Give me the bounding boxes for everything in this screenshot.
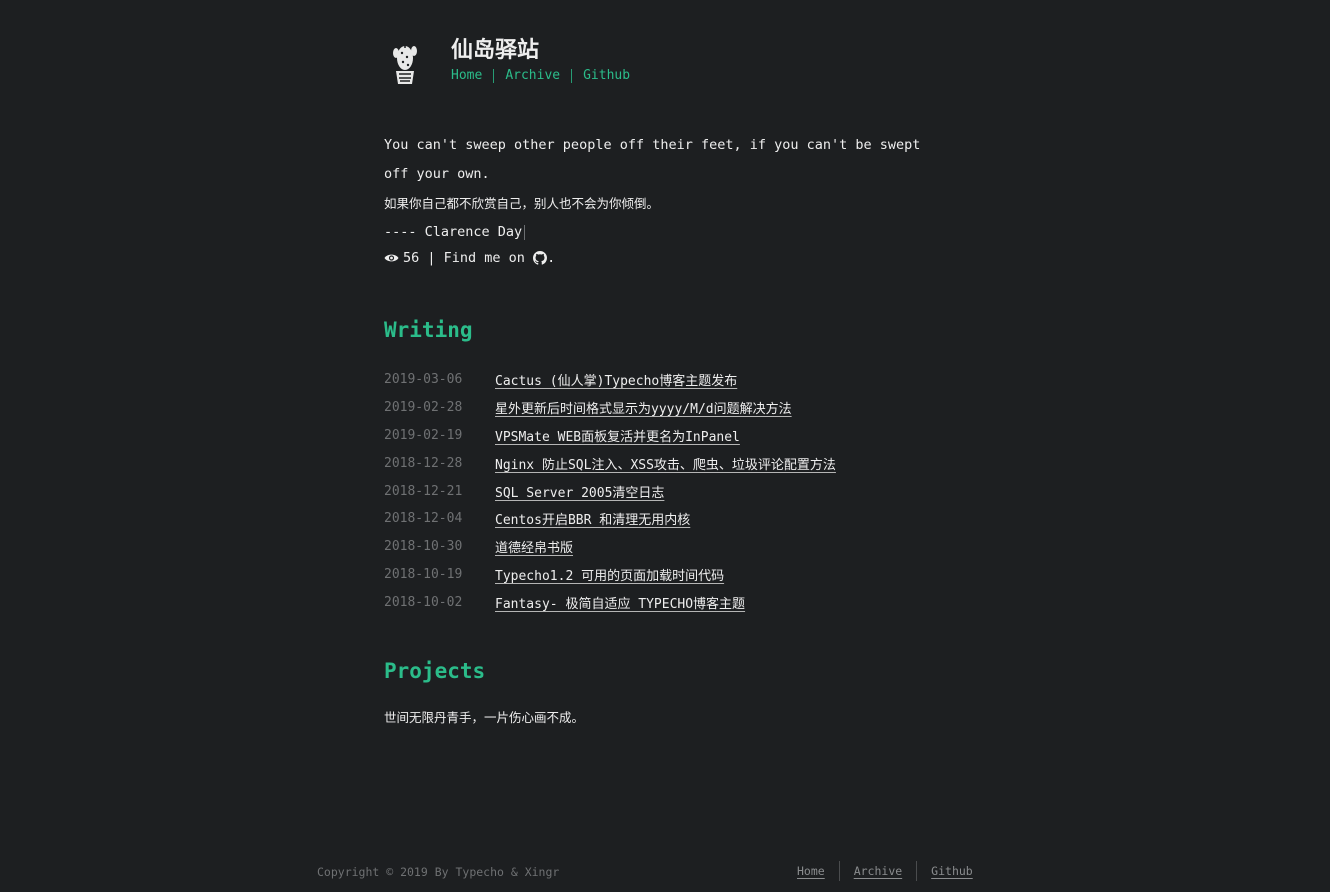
post-date: 2018-12-21 xyxy=(384,483,463,499)
page: 仙岛驿站 Home Archive Github You can't sweep… xyxy=(0,0,1330,892)
nav-divider xyxy=(493,68,495,83)
writing-heading: Writing xyxy=(384,318,473,342)
github-icon[interactable] xyxy=(533,251,548,265)
site-header: 仙岛驿站 Home Archive Github xyxy=(385,38,630,92)
period: . xyxy=(547,250,556,266)
post-date: 2018-10-19 xyxy=(384,566,463,582)
list-item: 2018-10-02 Fantasy- 极简自适应 TYPECHO博客主题 xyxy=(384,588,836,616)
post-link[interactable]: Centos开启BBR 和清理无用内核 xyxy=(495,509,690,528)
eye-icon xyxy=(384,254,399,262)
view-count: 56 xyxy=(403,250,420,266)
quote-english: You can't sweep other people off their f… xyxy=(384,137,921,182)
list-item: 2018-12-21 SQL Server 2005清空日志 xyxy=(384,477,836,505)
site-title[interactable]: 仙岛驿站 xyxy=(451,38,630,64)
nav-divider xyxy=(571,68,573,83)
cactus-logo-icon xyxy=(393,46,417,84)
post-date: 2019-03-06 xyxy=(384,372,463,388)
projects-text: 世间无限丹青手，一片伤心画不成。 xyxy=(384,710,585,725)
post-link[interactable]: Cactus (仙人掌)Typecho博客主题发布 xyxy=(495,370,737,389)
post-date: 2019-02-19 xyxy=(384,427,463,443)
quote-author: ---- Clarence Day xyxy=(384,224,523,240)
views-line: 56 | Find me on . xyxy=(384,246,944,270)
list-item: 2018-10-30 道德经帛书版 xyxy=(384,533,836,561)
header-nav: Home Archive Github xyxy=(451,68,630,83)
typing-cursor xyxy=(524,224,526,240)
post-link[interactable]: VPSMate WEB面板复活并更名为InPanel xyxy=(495,426,740,445)
footer-nav-divider xyxy=(838,861,840,881)
footer-nav-home[interactable]: Home xyxy=(797,864,825,878)
list-item: 2018-10-19 Typecho1.2 可用的页面加载时间代码 xyxy=(384,561,836,589)
post-date: 2018-12-28 xyxy=(384,455,463,471)
post-link[interactable]: Typecho1.2 可用的页面加载时间代码 xyxy=(495,565,724,584)
intro-quote: You can't sweep other people off their f… xyxy=(384,131,944,270)
nav-github[interactable]: Github xyxy=(583,68,630,83)
footer-copyright: Copyright © 2019 By Typecho & Xingr xyxy=(317,865,560,879)
quote-chinese: 如果你自己都不欣赏自己，别人也不会为你倾倒。 xyxy=(384,196,660,211)
footer-nav-divider xyxy=(916,861,918,881)
list-item: 2019-02-28 星外更新后时间格式显示为yyyy/M/d问题解决方法 xyxy=(384,394,836,422)
list-item: 2019-03-06 Cactus (仙人掌)Typecho博客主题发布 xyxy=(384,366,836,394)
footer-nav-archive[interactable]: Archive xyxy=(854,864,902,878)
logo-link[interactable] xyxy=(385,38,451,92)
post-date: 2018-12-04 xyxy=(384,511,463,527)
find-me-text: | Find me on xyxy=(427,250,525,266)
list-item: 2019-02-19 VPSMate WEB面板复活并更名为InPanel xyxy=(384,422,836,450)
post-list: 2019-03-06 Cactus (仙人掌)Typecho博客主题发布 2019… xyxy=(384,366,836,616)
post-date: 2018-10-02 xyxy=(384,594,463,610)
post-link[interactable]: 星外更新后时间格式显示为yyyy/M/d问题解决方法 xyxy=(495,398,792,417)
list-item: 2018-12-04 Centos开启BBR 和清理无用内核 xyxy=(384,505,836,533)
post-link[interactable]: Nginx 防止SQL注入、XSS攻击、爬虫、垃圾评论配置方法 xyxy=(495,454,836,473)
nav-home[interactable]: Home xyxy=(451,68,482,83)
post-link[interactable]: Fantasy- 极简自适应 TYPECHO博客主题 xyxy=(495,593,745,612)
projects-heading: Projects xyxy=(384,659,486,683)
quote-author-line: ---- Clarence Day xyxy=(384,218,944,247)
list-item: 2018-12-28 Nginx 防止SQL注入、XSS攻击、爬虫、垃圾评论配置方… xyxy=(384,449,836,477)
header-text: 仙岛驿站 Home Archive Github xyxy=(451,38,630,83)
footer-nav: Home Archive Github xyxy=(797,861,973,881)
nav-archive[interactable]: Archive xyxy=(505,68,560,83)
post-date: 2019-02-28 xyxy=(384,400,463,416)
post-link[interactable]: SQL Server 2005清空日志 xyxy=(495,482,664,501)
footer-nav-github[interactable]: Github xyxy=(931,864,973,878)
post-link[interactable]: 道德经帛书版 xyxy=(495,537,573,556)
post-date: 2018-10-30 xyxy=(384,539,463,555)
